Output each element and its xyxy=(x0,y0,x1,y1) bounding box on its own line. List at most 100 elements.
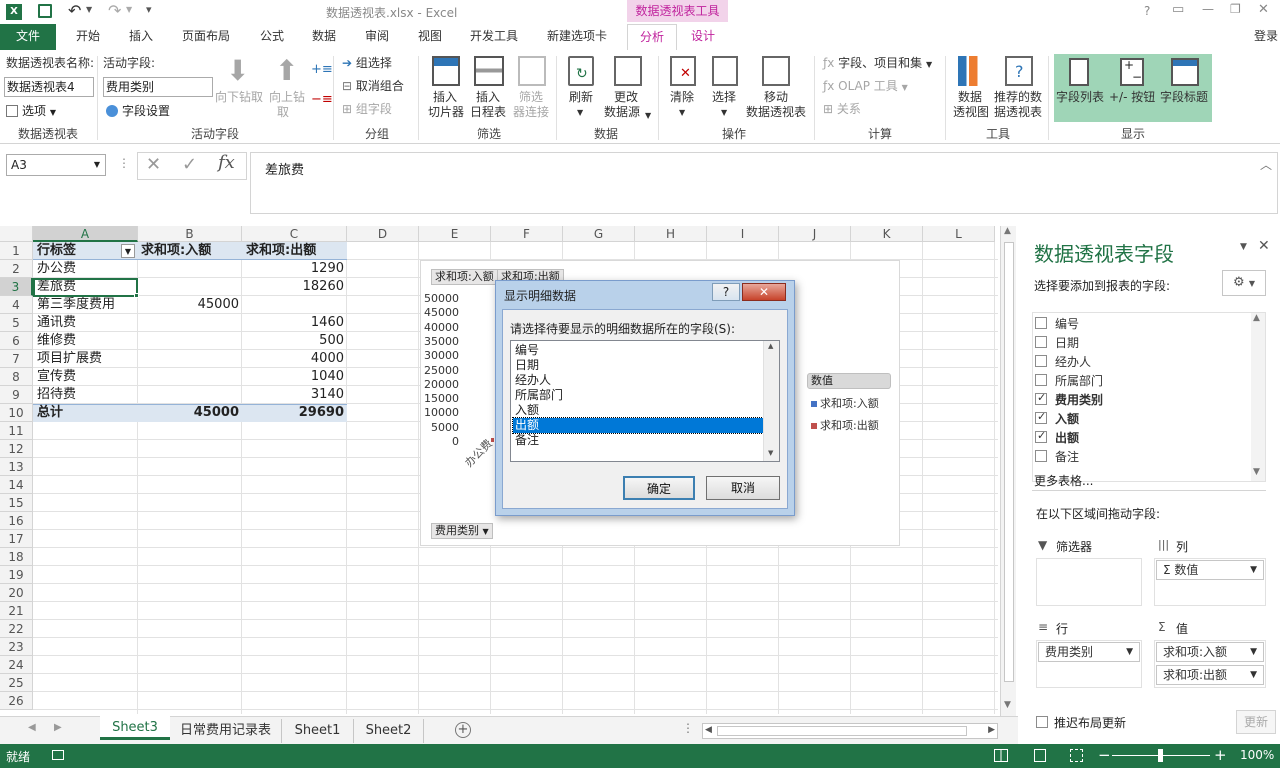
rows-category-pill[interactable]: 费用类别 ▼ xyxy=(1038,642,1140,662)
column-header-k[interactable]: K xyxy=(851,226,923,242)
field-checkbox[interactable] xyxy=(1035,355,1047,367)
pane-options-dropdown-icon[interactable]: ▼ xyxy=(1240,242,1247,252)
move-pivottable-button[interactable]: 移动 xyxy=(764,90,788,105)
field-checkbox[interactable] xyxy=(1035,317,1047,329)
listbox-item[interactable]: 备注 xyxy=(513,433,763,448)
scroll-down-icon[interactable]: ▼ xyxy=(1004,700,1011,710)
row-header-19[interactable]: 19 xyxy=(0,566,33,584)
olap-tools-button[interactable]: ƒx OLAP 工具 ▼ xyxy=(823,79,908,95)
tab-view[interactable]: 视图 xyxy=(418,24,442,50)
active-cell-a3[interactable] xyxy=(33,278,138,297)
pane-close-icon[interactable]: ✕ xyxy=(1258,238,1270,254)
select-dropdown-icon[interactable]: ▼ xyxy=(721,105,727,120)
row-header-20[interactable]: 20 xyxy=(0,584,33,602)
pivot-row-out[interactable]: 1460 xyxy=(246,314,344,332)
sheet-tab[interactable]: Sheet2 xyxy=(354,719,424,743)
customize-qat-icon[interactable]: ▾ xyxy=(146,3,152,16)
sheet-prev-icon[interactable]: ◀ xyxy=(28,722,36,733)
row-header-26[interactable]: 26 xyxy=(0,692,33,710)
pivot-row-out[interactable]: 500 xyxy=(246,332,344,350)
refresh-button[interactable]: 刷新 xyxy=(569,90,593,105)
sum-out-header[interactable]: 求和项:出额 xyxy=(246,242,346,260)
sheet-tab[interactable]: 日常费用记录表 xyxy=(170,719,282,743)
fields-items-sets-button[interactable]: ƒx 字段、项目和集 ▼ xyxy=(823,56,932,72)
column-header-l[interactable]: L xyxy=(923,226,995,242)
dialog-ok-button[interactable]: 确定 xyxy=(623,476,695,500)
column-header-e[interactable]: E xyxy=(419,226,491,242)
cancel-entry-icon[interactable]: ✕ xyxy=(146,154,161,175)
field-checkbox[interactable] xyxy=(1035,336,1047,348)
listbox-item[interactable]: 日期 xyxy=(513,358,763,373)
pivot-row-out[interactable]: 4000 xyxy=(246,350,344,368)
pivot-row-in[interactable] xyxy=(141,368,239,386)
group-field-button[interactable]: ⊞ 组字段 xyxy=(342,102,392,117)
macro-record-icon[interactable] xyxy=(52,750,64,760)
row-header-21[interactable]: 21 xyxy=(0,602,33,620)
listbox-scroll-up-icon[interactable]: ▲ xyxy=(768,342,773,350)
insert-function-icon[interactable]: fx xyxy=(218,152,235,173)
chart-axis-field-button[interactable]: 费用类别 ▼ xyxy=(431,523,493,539)
pivot-row-out[interactable] xyxy=(246,296,344,314)
row-header-22[interactable]: 22 xyxy=(0,620,33,638)
chart-field-button-in[interactable]: 求和项:入额 xyxy=(431,269,498,285)
column-header-f[interactable]: F xyxy=(491,226,563,242)
dialog-close-button[interactable]: ✕ xyxy=(742,283,786,301)
column-header-i[interactable]: I xyxy=(707,226,779,242)
undo-dropdown-icon[interactable]: ▼ xyxy=(86,5,92,14)
row-header-9[interactable]: 9 xyxy=(0,386,33,404)
group-selection-button[interactable]: ➔ 组选择 xyxy=(342,56,392,71)
pivot-row-out[interactable]: 1040 xyxy=(246,368,344,386)
values-in-pill[interactable]: 求和项:入额 ▼ xyxy=(1156,642,1264,662)
fill-handle[interactable] xyxy=(134,293,139,298)
row-labels-filter-button[interactable]: ▼ xyxy=(121,244,135,258)
pivot-row-out[interactable]: 3140 xyxy=(246,386,344,404)
ungroup-button[interactable]: ⊟ 取消组合 xyxy=(342,79,404,94)
pivot-row-in[interactable] xyxy=(141,278,239,296)
dialog-help-button[interactable]: ? xyxy=(712,283,740,301)
row-header-25[interactable]: 25 xyxy=(0,674,33,692)
sheet-tab[interactable]: Sheet1 xyxy=(282,719,354,743)
field-list-button[interactable]: 字段列表 xyxy=(1056,90,1104,105)
listbox-item[interactable]: 出额 xyxy=(512,417,764,434)
column-header-b[interactable]: B xyxy=(138,226,242,242)
sign-in-link[interactable]: 登录 xyxy=(1254,24,1278,50)
hscroll-thumb[interactable] xyxy=(717,726,967,736)
column-header-g[interactable]: G xyxy=(563,226,635,242)
redo-dropdown-icon[interactable]: ▼ xyxy=(126,5,132,14)
maximize-icon[interactable]: ❐ xyxy=(1230,2,1241,16)
legend-entry-in[interactable]: 求和项:入额 xyxy=(811,395,879,411)
field-checkbox[interactable] xyxy=(1035,450,1047,462)
close-window-icon[interactable]: ✕ xyxy=(1258,2,1269,17)
field-headers-button[interactable]: 字段标题 xyxy=(1160,90,1208,105)
pivot-row-in[interactable] xyxy=(141,386,239,404)
pivot-row-in[interactable] xyxy=(141,350,239,368)
zoom-out-button[interactable]: − xyxy=(1098,746,1111,764)
normal-view-icon[interactable] xyxy=(994,749,1008,762)
minimize-icon[interactable]: — xyxy=(1202,2,1214,16)
row-header-14[interactable]: 14 xyxy=(0,476,33,494)
detail-field-listbox[interactable]: 编号 日期 经办人 所属部门 入额 出额 备注 ▲ ▼ xyxy=(510,340,780,462)
row-header-17[interactable]: 17 xyxy=(0,530,33,548)
row-header-10[interactable]: 10 xyxy=(0,404,33,422)
drill-up-button[interactable]: 向上钻 xyxy=(269,90,305,105)
tab-new[interactable]: 新建选项卡 xyxy=(547,24,607,50)
more-tables-link[interactable]: 更多表格... xyxy=(1034,472,1093,489)
scroll-up-icon[interactable]: ▲ xyxy=(1004,226,1011,236)
column-header-d[interactable]: D xyxy=(347,226,419,242)
listbox-scroll-down-icon[interactable]: ▼ xyxy=(768,449,773,457)
listbox-scrollbar[interactable]: ▲ ▼ xyxy=(763,341,779,461)
scroll-thumb[interactable] xyxy=(1004,242,1014,682)
hscroll-right-icon[interactable]: ▶ xyxy=(988,725,995,735)
insert-slicer-button[interactable]: 插入 xyxy=(433,90,457,105)
pivot-row-out[interactable]: 18260 xyxy=(246,278,344,296)
tab-formulas[interactable]: 公式 xyxy=(260,24,284,50)
pivot-row-in[interactable] xyxy=(141,314,239,332)
options-button[interactable]: 选项 ▼ xyxy=(6,102,56,120)
tab-design[interactable]: 设计 xyxy=(691,24,715,50)
field-checkbox[interactable] xyxy=(1035,374,1047,386)
pivot-row-label[interactable]: 项目扩展费 xyxy=(37,350,137,368)
save-icon[interactable] xyxy=(38,4,52,18)
listbox-item[interactable]: 入额 xyxy=(513,403,763,418)
pivot-row-label[interactable]: 招待费 xyxy=(37,386,137,404)
pivot-row-in[interactable] xyxy=(141,332,239,350)
